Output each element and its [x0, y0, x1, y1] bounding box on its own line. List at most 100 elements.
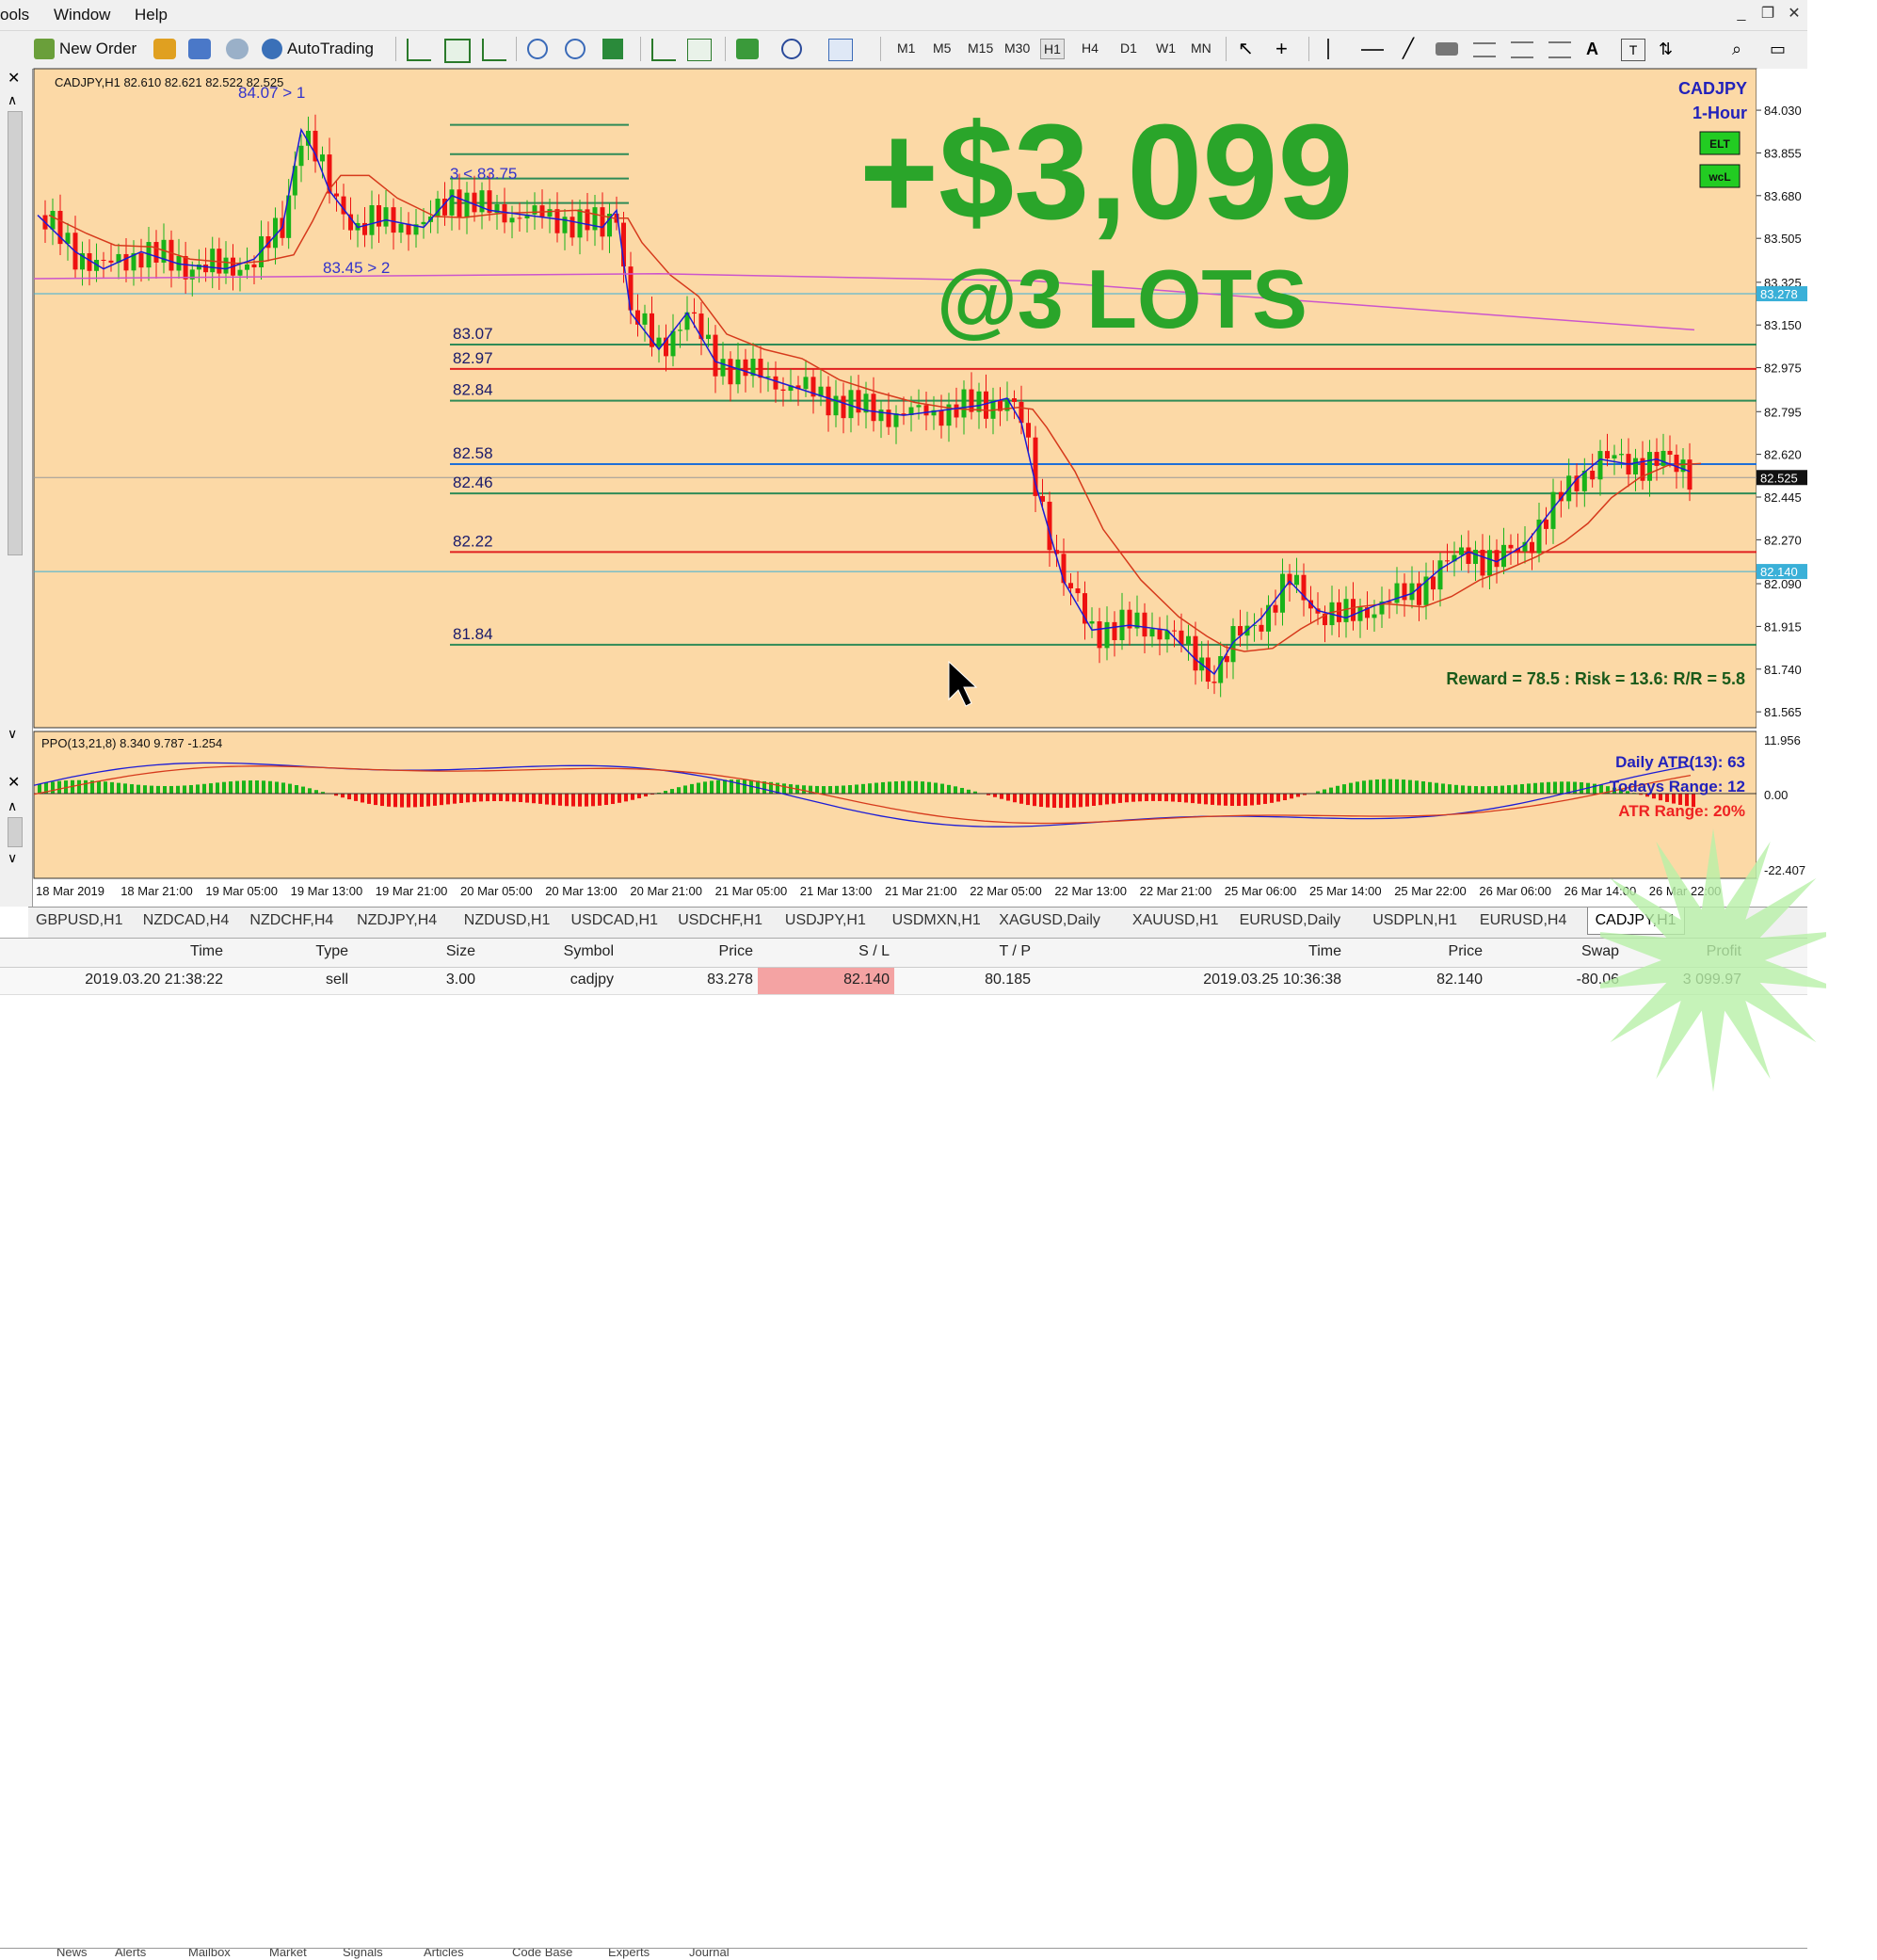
terminal-tab[interactable]: Market — [269, 1948, 307, 1959]
oscillator-bar — [1263, 794, 1267, 804]
table-row[interactable]: 2019.03.20 21:38:22sell3.00cadjpy83.2788… — [0, 968, 1807, 995]
indicator-header: PPO(13,21,8) 8.340 9.787 -1.254 — [41, 736, 222, 750]
oscillator-bar — [716, 780, 720, 794]
candle-body — [334, 194, 339, 197]
oscillator-bar — [459, 794, 463, 803]
oscillator-bar — [670, 789, 674, 794]
candle-body — [887, 410, 891, 427]
chart-symbol-label: CADJPY — [1678, 79, 1747, 98]
terminal-tab[interactable]: Signals — [343, 1948, 383, 1959]
candle-body — [1120, 610, 1125, 640]
oscillator-bar — [940, 784, 944, 794]
oscillator-bar — [604, 794, 608, 805]
candle-body — [1068, 583, 1073, 588]
column-header-price[interactable]: Price — [1449, 943, 1483, 960]
oscillator-bar — [1547, 782, 1550, 794]
tab-xauusd-h1[interactable]: XAUUSD,H1 — [1132, 912, 1219, 929]
oscillator-bar — [1296, 794, 1300, 796]
candle-body — [939, 410, 944, 426]
price-axis-label: 84.030 — [1764, 104, 1802, 118]
oscillator-bar — [1402, 779, 1405, 794]
candle-body — [826, 387, 831, 415]
oscillator-bar — [1382, 779, 1386, 794]
candle-body — [1294, 575, 1299, 586]
candle-body — [678, 329, 682, 330]
oscillator-bar — [1553, 781, 1557, 794]
candle-body — [657, 338, 662, 347]
indicator-axis-label: 11.956 — [1764, 733, 1801, 747]
column-header-sl[interactable]: S / L — [858, 943, 890, 960]
oscillator-bar — [314, 790, 318, 794]
price-axis-label: 81.740 — [1764, 663, 1802, 677]
level-label: 82.97 — [453, 349, 493, 367]
tab-eurusd-h4[interactable]: EURUSD,H4 — [1480, 912, 1566, 929]
column-header-type[interactable]: Type — [315, 943, 348, 960]
candle-body — [744, 360, 748, 376]
tab-nzdchf-h4[interactable]: NZDCHF,H4 — [249, 912, 333, 929]
terminal-tab[interactable]: News — [56, 1948, 88, 1959]
tab-usdmxn-h1[interactable]: USDMXN,H1 — [892, 912, 981, 929]
column-header-symbol[interactable]: Symbol — [564, 943, 614, 960]
oscillator-bar — [123, 783, 127, 794]
oscillator-bar — [611, 794, 615, 804]
oscillator-bar — [789, 784, 793, 794]
tab-usdchf-h1[interactable]: USDCHF,H1 — [678, 912, 762, 929]
column-header-time[interactable]: Time — [1308, 943, 1341, 960]
price-axis-label: 83.855 — [1764, 146, 1802, 160]
column-header-price[interactable]: Price — [719, 943, 753, 960]
candle-body — [1090, 621, 1095, 623]
terminal-tab[interactable]: Mailbox — [188, 1948, 231, 1959]
time-axis-label: 19 Mar 13:00 — [291, 884, 363, 898]
terminal-tab[interactable]: Code Base — [512, 1948, 572, 1959]
terminal-tab[interactable]: Articles — [424, 1948, 464, 1959]
tab-usdjpy-h1[interactable]: USDJPY,H1 — [785, 912, 866, 929]
oscillator-bar — [1421, 781, 1425, 794]
tab-eurusd-daily[interactable]: EURUSD,Daily — [1240, 912, 1341, 929]
tab-nzdjpy-h4[interactable]: NZDJPY,H4 — [357, 912, 437, 929]
terminal-tab[interactable]: Experts — [608, 1948, 650, 1959]
column-header-tp[interactable]: T / P — [1000, 943, 1032, 960]
column-header-size[interactable]: Size — [446, 943, 475, 960]
tab-gbpusd-h1[interactable]: GBPUSD,H1 — [36, 912, 122, 929]
oscillator-bar — [57, 781, 61, 794]
candle-body — [1098, 621, 1102, 648]
time-axis-label: 20 Mar 05:00 — [460, 884, 533, 898]
time-axis-label: 21 Mar 13:00 — [800, 884, 873, 898]
terminal-tab[interactable]: Journal — [689, 1948, 730, 1959]
column-header-time[interactable]: Time — [190, 943, 223, 960]
trade-cell: 2019.03.25 10:36:38 — [1203, 972, 1341, 988]
oscillator-bar — [631, 794, 634, 800]
oscillator-bar — [802, 785, 806, 794]
tab-xagusd-daily[interactable]: XAGUSD,Daily — [999, 912, 1100, 929]
trade-cell: 2019.03.20 21:38:22 — [85, 972, 223, 988]
oscillator-bar — [835, 786, 839, 794]
oscillator-bar — [1059, 794, 1063, 808]
oscillator-bar — [222, 782, 226, 794]
oscillator-bar — [499, 794, 503, 801]
tab-usdcad-h1[interactable]: USDCAD,H1 — [571, 912, 658, 929]
candle-body — [1026, 423, 1031, 437]
tab-nzdusd-h1[interactable]: NZDUSD,H1 — [464, 912, 551, 929]
terminal-tab[interactable]: Alerts — [115, 1948, 146, 1959]
candle-body — [1544, 520, 1548, 529]
oscillator-bar — [136, 785, 140, 794]
candle-body — [203, 265, 208, 272]
tab-usdpln-h1[interactable]: USDPLN,H1 — [1372, 912, 1457, 929]
oscillator-bar — [150, 786, 153, 794]
candle-body — [1459, 547, 1464, 554]
oscillator-bar — [1039, 794, 1043, 807]
oscillator-bar — [1000, 794, 1003, 799]
tab-nzdcad-h4[interactable]: NZDCAD,H4 — [143, 912, 230, 929]
candle-body — [139, 253, 144, 267]
oscillator-bar — [637, 794, 641, 798]
oscillator-bar — [538, 794, 542, 804]
price-axis-label: 82.975 — [1764, 361, 1802, 376]
oscillator-bar — [1283, 794, 1287, 800]
candle-body — [804, 377, 809, 389]
candle-body — [392, 207, 396, 233]
candle-body — [238, 270, 243, 276]
chart-area[interactable]: 83.0782.9782.8482.5882.4682.2281.84CADJP… — [0, 0, 1807, 907]
oscillator-bar — [1323, 790, 1326, 794]
price-axis-label: 82.090 — [1764, 577, 1802, 591]
level-label: 81.84 — [453, 625, 493, 643]
